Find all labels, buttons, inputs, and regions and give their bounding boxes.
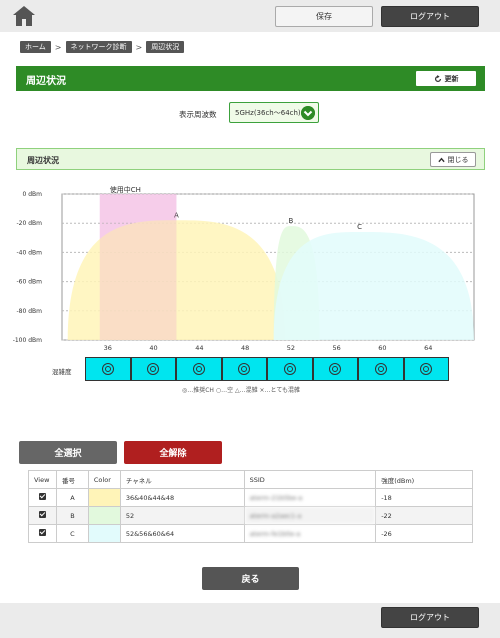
row-channel: 52 bbox=[119, 506, 245, 525]
collapse-button[interactable]: 閉じる bbox=[430, 152, 476, 167]
breadcrumb-current: 周辺状況 bbox=[146, 41, 185, 53]
save-button[interactable]: 保存 bbox=[275, 6, 373, 27]
table-row: C 52&56&60&64 aterm-fe1b0e-a -26 bbox=[28, 524, 473, 543]
logout-button-footer[interactable]: ログアウト bbox=[381, 607, 479, 628]
back-button[interactable]: 戻る bbox=[202, 567, 299, 590]
view-checkbox[interactable] bbox=[38, 529, 46, 536]
page-title-bar: 周辺状況 更新 bbox=[16, 66, 485, 91]
in-use-label: 使用中CH bbox=[110, 185, 141, 194]
deselect-all-button[interactable]: 全解除 bbox=[124, 441, 222, 464]
breadcrumb-separator: > bbox=[135, 42, 143, 52]
row-strength: -22 bbox=[375, 506, 473, 525]
logout-button[interactable]: ログアウト bbox=[381, 6, 479, 27]
y-tick-label: -40 dBm bbox=[17, 249, 43, 256]
breadcrumb: ホーム > ネットワーク診断 > 周辺状況 bbox=[20, 41, 185, 53]
y-tick-label: -60 dBm bbox=[17, 279, 43, 286]
x-tick-label: 36 bbox=[104, 344, 112, 352]
row-channel: 36&40&44&48 bbox=[119, 488, 245, 507]
breadcrumb-home[interactable]: ホーム bbox=[20, 41, 51, 53]
row-ssid: aterm-fe1b0e-a bbox=[243, 524, 377, 543]
row-id: A bbox=[55, 488, 89, 507]
chevron-down-icon bbox=[301, 106, 315, 120]
series-label: B bbox=[288, 217, 293, 225]
recommended-mark-icon bbox=[192, 363, 205, 375]
band-select-value: 5GHz(36ch～64ch) bbox=[235, 108, 301, 117]
row-id: C bbox=[55, 524, 89, 543]
recommended-mark-icon bbox=[420, 363, 433, 375]
column-header: チャネル bbox=[119, 470, 245, 489]
congestion-cell bbox=[176, 357, 222, 381]
column-header: View bbox=[28, 470, 57, 489]
color-swatch bbox=[88, 489, 120, 506]
recommended-mark-icon bbox=[374, 363, 387, 375]
color-swatch bbox=[88, 507, 120, 524]
x-tick-label: 60 bbox=[378, 344, 386, 352]
recommended-mark-icon bbox=[147, 363, 160, 375]
home-icon[interactable] bbox=[12, 5, 36, 27]
column-header: Color bbox=[87, 470, 121, 489]
collapse-label: 閉じる bbox=[447, 155, 469, 164]
x-tick-label: 44 bbox=[195, 344, 203, 352]
column-header: 強度(dBm) bbox=[375, 470, 473, 489]
row-ssid: aterm-21b5be-a bbox=[243, 488, 377, 507]
congestion-cell bbox=[312, 357, 358, 381]
in-use-overlay bbox=[99, 194, 177, 340]
y-tick-label: -100 dBm bbox=[13, 337, 42, 344]
chevron-up-icon bbox=[437, 157, 445, 162]
refresh-label: 更新 bbox=[444, 74, 459, 83]
x-tick-label: 52 bbox=[287, 344, 295, 352]
row-ssid: aterm-a2aec1-a bbox=[243, 506, 377, 525]
x-tick-label: 40 bbox=[149, 344, 157, 352]
table-row: A 36&40&44&48 aterm-21b5be-a -18 bbox=[28, 488, 473, 507]
x-tick-label: 56 bbox=[333, 344, 341, 352]
row-strength: -18 bbox=[375, 488, 473, 507]
row-id: B bbox=[55, 506, 89, 525]
refresh-button[interactable]: 更新 bbox=[415, 70, 477, 87]
y-tick-label: -80 dBm bbox=[17, 308, 43, 315]
breadcrumb-network-diagnosis[interactable]: ネットワーク診断 bbox=[65, 41, 132, 53]
ap-table: View 番号 Color チャネル SSID 強度(dBm) A 36&40&… bbox=[28, 470, 473, 543]
view-checkbox[interactable] bbox=[38, 493, 46, 500]
section-header: 周辺状況 閉じる bbox=[16, 148, 485, 170]
refresh-icon bbox=[434, 74, 441, 82]
breadcrumb-separator: > bbox=[54, 42, 62, 52]
x-tick-label: 64 bbox=[424, 344, 432, 352]
congestion-cell bbox=[358, 357, 404, 381]
column-header: SSID bbox=[243, 470, 377, 489]
y-tick-label: -20 dBm bbox=[17, 220, 43, 227]
table-row: B 52 aterm-a2aec1-a -22 bbox=[28, 506, 473, 525]
recommended-mark-icon bbox=[101, 363, 114, 375]
row-channel: 52&56&60&64 bbox=[119, 524, 245, 543]
band-select[interactable]: 5GHz(36ch～64ch) bbox=[229, 102, 319, 123]
congestion-legend: ◎…推奨CH ○…空 △…混雑 ×…とても混雑 bbox=[182, 387, 301, 394]
congestion-row bbox=[85, 357, 449, 381]
congestion-cell bbox=[221, 357, 267, 381]
recommended-mark-icon bbox=[329, 363, 342, 375]
section-title: 周辺状況 bbox=[27, 156, 59, 165]
y-tick-label: 0 dBm bbox=[23, 191, 43, 198]
page-title: 周辺状況 bbox=[26, 76, 66, 87]
recommended-mark-icon bbox=[283, 363, 296, 375]
congestion-cell bbox=[267, 357, 313, 381]
band-label: 表示周波数 bbox=[179, 110, 217, 119]
congestion-cell bbox=[85, 357, 131, 381]
congestion-cell bbox=[403, 357, 449, 381]
congestion-label: 混雑度 bbox=[52, 368, 72, 376]
congestion-cell bbox=[130, 357, 176, 381]
color-swatch bbox=[88, 525, 120, 542]
recommended-mark-icon bbox=[238, 363, 251, 375]
x-tick-label: 48 bbox=[241, 344, 249, 352]
column-header: 番号 bbox=[55, 470, 89, 489]
select-all-button[interactable]: 全選択 bbox=[19, 441, 117, 464]
channel-chart: 0 dBm -20 dBm -40 dBm -60 dBm -80 dBm -100 dB… bbox=[13, 185, 475, 352]
row-strength: -26 bbox=[375, 524, 473, 543]
series-label: C bbox=[357, 223, 362, 231]
view-checkbox[interactable] bbox=[38, 511, 46, 518]
